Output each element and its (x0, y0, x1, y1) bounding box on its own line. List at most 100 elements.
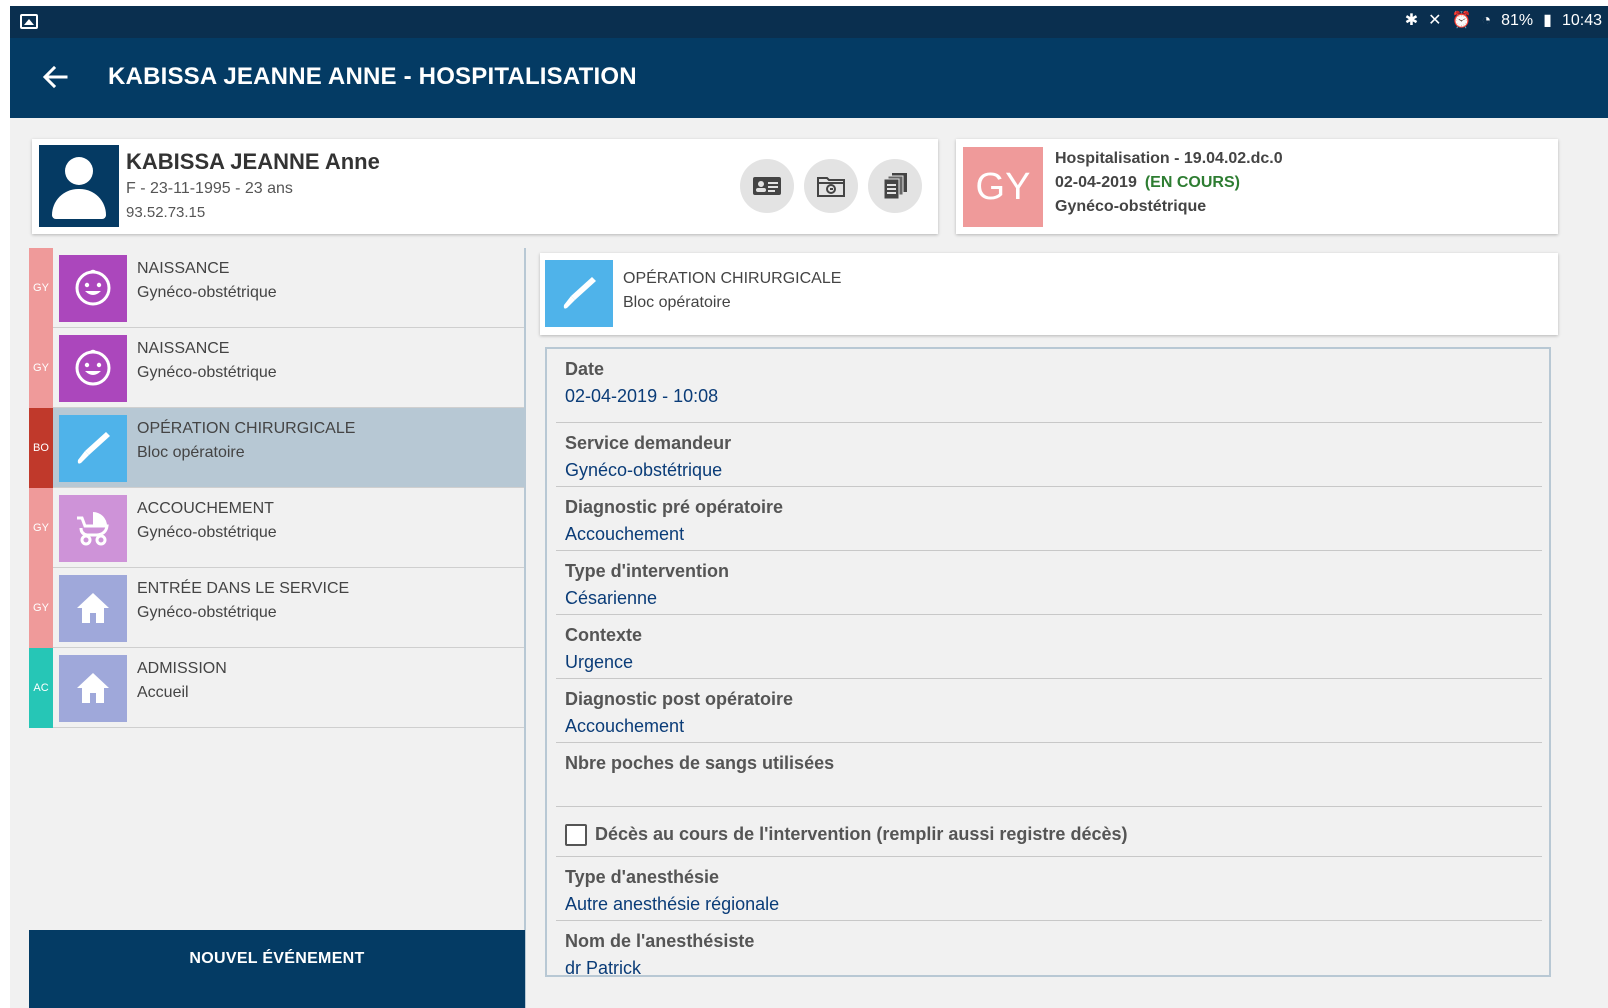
new-event-button[interactable]: NOUVEL ÉVÉNEMENT (29, 930, 525, 1008)
event-service-tag: GY (29, 248, 53, 328)
field-label: Type d'intervention (565, 561, 729, 581)
app-bar: KABISSA JEANNE ANNE - HOSPITALISATION (10, 38, 1608, 118)
detail-event-service: Bloc opératoire (623, 294, 731, 311)
field-value: Accouchement (565, 524, 685, 544)
hospitalisation-card[interactable]: GY Hospitalisation - 19.04.02.dc.0 02-04… (956, 139, 1558, 234)
event-detail-form: Date 02-04-2019 - 10:08 Service demandeu… (545, 347, 1551, 977)
id-card-icon (753, 177, 781, 195)
id-card-button[interactable] (740, 159, 794, 213)
event-item[interactable]: BO OPÉRATION CHIRURGICALE Bloc opératoir… (29, 408, 525, 488)
field-label: Nom de l'anesthésiste (565, 931, 755, 951)
stroller-icon (77, 512, 109, 546)
hospitalisation-service: Gynéco-obstétrique (1055, 198, 1207, 215)
back-arrow-icon[interactable] (40, 62, 70, 92)
avatar (39, 145, 119, 227)
home-icon (77, 673, 109, 703)
event-service-tag: BO (29, 408, 53, 488)
event-service-tag: GY (29, 568, 53, 648)
event-type: ACCOUCHEMENT (137, 500, 274, 517)
list-divider (524, 248, 526, 1008)
event-service: Gynéco-obstétrique (137, 284, 277, 301)
field-nbre-poches-sang[interactable]: Nbre poches de sangs utilisées (556, 743, 1542, 807)
documents-button[interactable] (868, 159, 922, 213)
field-value: Césarienne (565, 588, 658, 608)
event-type: NAISSANCE (137, 260, 230, 277)
event-service: Gynéco-obstétrique (137, 604, 277, 621)
field-type-anesthesie[interactable]: Type d'anesthésie Autre anesthésie régio… (556, 857, 1542, 921)
event-service-tag: GY (29, 488, 53, 568)
event-service-tag: AC (29, 648, 53, 728)
deces-checkbox-label: Décès au cours de l'intervention (rempli… (595, 824, 1128, 844)
mute-icon: ✕ (1428, 12, 1442, 29)
field-label: Diagnostic pré opératoire (565, 497, 784, 517)
event-icon-box (59, 575, 127, 642)
event-icon-box (59, 655, 127, 722)
documents-icon (883, 173, 907, 200)
deces-checkbox[interactable] (565, 824, 587, 846)
patient-name: KABISSA JEANNE Anne (126, 149, 380, 174)
event-icon-box (545, 260, 613, 327)
event-item[interactable]: GY NAISSANCE Gynéco-obstétrique (29, 248, 525, 328)
bluetooth-icon: ✱ (1404, 12, 1419, 29)
battery-icon: ▮ (1543, 12, 1552, 29)
field-label: Nbre poches de sangs utilisées (565, 753, 835, 773)
event-service: Gynéco-obstétrique (137, 364, 277, 381)
event-service-tag: GY (29, 328, 53, 408)
clock: 10:43 (1561, 12, 1602, 29)
status-bar: ✱ ✕ ⏰ ◔ 81% ▮ 10:43 (10, 6, 1608, 38)
field-value: dr Patrick (565, 958, 642, 977)
event-service: Accueil (137, 684, 189, 701)
field-date[interactable]: Date 02-04-2019 - 10:08 (556, 349, 1542, 423)
field-label: Diagnostic post opératoire (565, 689, 794, 709)
alarm-icon: ⏰ (1451, 12, 1472, 29)
field-service-demandeur[interactable]: Service demandeur Gynéco-obstétrique (556, 423, 1542, 487)
field-value: 02-04-2019 - 10:08 (565, 386, 719, 406)
hospitalisation-title: Hospitalisation - 19.04.02.dc.0 (1055, 150, 1283, 167)
event-icon-box (59, 255, 127, 322)
event-type: ADMISSION (137, 660, 227, 677)
status-icons: ✱ ✕ ⏰ ◔ 81% ▮ 10:43 (1405, 12, 1602, 30)
service-badge: GY (963, 147, 1043, 227)
detail-event-type: OPÉRATION CHIRURGICALE (623, 270, 842, 287)
patient-info: F - 23-11-1995 - 23 ans (126, 180, 293, 197)
folder-icon (817, 177, 845, 197)
deces-checkbox-row[interactable]: Décès au cours de l'intervention (rempli… (556, 807, 1542, 857)
event-item[interactable]: GY ENTRÉE DANS LE SERVICE Gynéco-obstétr… (29, 568, 525, 648)
baby-face-icon (75, 269, 111, 306)
field-diagnostic-pre-operatoire[interactable]: Diagnostic pré opératoire Accouchement (556, 487, 1542, 551)
app-screen: ✱ ✕ ⏰ ◔ 81% ▮ 10:43 KABISSA JEANNE ANNE … (10, 6, 1608, 1008)
field-diagnostic-post-operatoire[interactable]: Diagnostic post opératoire Accouchement (556, 679, 1542, 743)
battery-level: 81% (1501, 12, 1534, 29)
gallery-notification-icon (20, 14, 38, 29)
field-value: Gynéco-obstétrique (565, 460, 723, 480)
patient-id: 93.52.73.15 (126, 204, 206, 221)
event-type: OPÉRATION CHIRURGICALE (137, 420, 356, 437)
hospitalisation-date: 02-04-2019 (1055, 174, 1137, 191)
event-type: ENTRÉE DANS LE SERVICE (137, 580, 350, 597)
home-icon (77, 593, 109, 623)
event-type: NAISSANCE (137, 340, 230, 357)
page-title: KABISSA JEANNE ANNE - HOSPITALISATION (108, 63, 637, 90)
scalpel-icon (563, 277, 596, 309)
field-label: Type d'anesthésie (565, 867, 720, 887)
wifi-icon: ◔ (1481, 12, 1492, 29)
field-label: Contexte (565, 625, 643, 645)
field-contexte[interactable]: Contexte Urgence (556, 615, 1542, 679)
scalpel-icon (77, 432, 110, 464)
event-icon-box (59, 495, 127, 562)
event-item[interactable]: AC ADMISSION Accueil (29, 648, 525, 728)
medical-folder-button[interactable] (804, 159, 858, 213)
field-value: Accouchement (565, 716, 685, 736)
hospitalisation-date-line: 02-04-2019 (EN COURS) (1055, 174, 1240, 192)
event-item[interactable]: GY NAISSANCE Gynéco-obstétrique (29, 328, 525, 408)
event-icon-box (59, 415, 127, 482)
field-nom-anesthesiste[interactable]: Nom de l'anesthésiste dr Patrick (556, 921, 1542, 977)
hospitalisation-status: (EN COURS) (1144, 174, 1240, 191)
field-value: Autre anesthésie régionale (565, 894, 780, 914)
field-label: Service demandeur (565, 433, 732, 453)
event-list: GY NAISSANCE Gynéco-obstétrique GY NAISS… (29, 248, 525, 1008)
event-icon-box (59, 335, 127, 402)
event-item[interactable]: GY ACCOUCHEMENT Gynéco-obstétrique (29, 488, 525, 568)
patient-card: KABISSA JEANNE Anne F - 23-11-1995 - 23 … (32, 139, 938, 234)
field-type-intervention[interactable]: Type d'intervention Césarienne (556, 551, 1542, 615)
